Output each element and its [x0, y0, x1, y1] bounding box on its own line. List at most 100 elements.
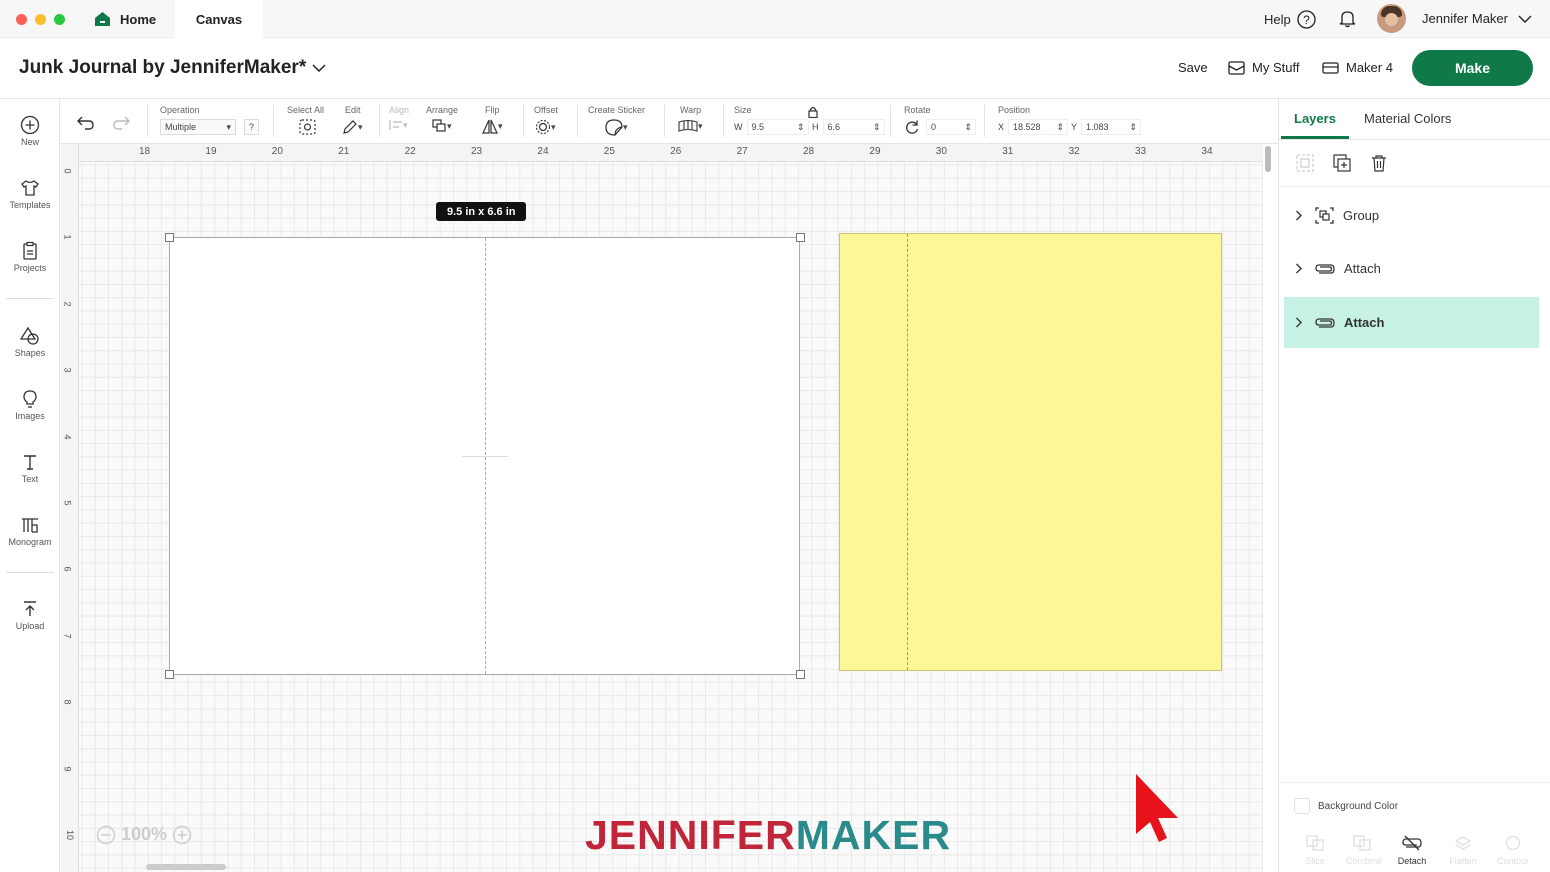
clipboard-icon — [23, 241, 37, 260]
ruler-tick-label: 5 — [62, 500, 73, 506]
detach-button[interactable]: Detach — [1392, 835, 1432, 866]
maximize-window-button[interactable] — [54, 14, 65, 25]
ruler-tick-label: 18 — [139, 146, 151, 157]
sidebar-item-templates[interactable]: Templates — [0, 178, 60, 210]
position-x-value: 18.528 — [1013, 122, 1041, 132]
create-sticker-button[interactable]: ▾ — [605, 119, 628, 136]
background-color-option[interactable]: Background Color — [1294, 798, 1398, 814]
duplicate-icon[interactable] — [1333, 154, 1351, 172]
stepper-icon[interactable]: ⇕ — [1129, 122, 1137, 133]
flatten-label: Flatten — [1449, 856, 1477, 866]
yellow-card-shape[interactable] — [839, 233, 1222, 671]
sidebar-item-label: Shapes — [14, 348, 46, 358]
height-label: H — [812, 122, 819, 132]
height-value: 6.6 — [827, 122, 841, 132]
operation-help-button[interactable]: ? — [244, 119, 259, 135]
save-button[interactable]: Save — [1178, 60, 1208, 75]
align-button[interactable]: ▾ — [389, 119, 408, 131]
project-title-menu[interactable]: Junk Journal by JenniferMaker* — [19, 57, 326, 79]
make-button[interactable]: Make — [1412, 50, 1533, 86]
help-button[interactable]: Help ? — [1264, 10, 1316, 29]
contour-button[interactable]: Contour — [1491, 835, 1535, 866]
layer-item-attach[interactable]: Attach — [1284, 243, 1539, 294]
text-icon — [24, 455, 36, 470]
tab-layers[interactable]: Layers — [1294, 111, 1336, 126]
group-icon — [1315, 207, 1334, 224]
tab-home[interactable]: Home — [94, 0, 156, 38]
position-y-field[interactable]: Y 1.083 ⇕ — [1071, 119, 1142, 135]
redo-icon[interactable] — [112, 114, 130, 130]
trash-icon[interactable] — [1370, 154, 1388, 172]
resize-handle[interactable] — [165, 670, 174, 679]
dropdown-arrow-icon: ▾ — [226, 121, 231, 132]
resize-handle[interactable] — [796, 670, 805, 679]
edit-button[interactable]: ▾ — [342, 119, 363, 135]
chevron-right-icon[interactable] — [1295, 263, 1303, 274]
slice-button[interactable]: Slice — [1295, 835, 1335, 866]
arrange-icon — [432, 119, 446, 132]
user-menu[interactable]: Jennifer Maker — [1422, 11, 1532, 26]
operation-select[interactable]: Multiple ▾ — [160, 119, 236, 135]
lock-icon[interactable] — [808, 106, 818, 118]
stepper-icon[interactable]: ⇕ — [1056, 122, 1064, 133]
warp-button[interactable]: ▾ — [678, 119, 703, 133]
vertical-scrollbar[interactable] — [1265, 146, 1271, 172]
background-color-swatch[interactable] — [1294, 798, 1310, 814]
toolbar-divider — [523, 105, 524, 137]
sidebar-item-monogram[interactable]: Monogram — [0, 515, 60, 547]
sidebar-item-upload[interactable]: Upload — [0, 599, 60, 631]
stepper-icon[interactable]: ⇕ — [964, 122, 972, 133]
combine-button[interactable]: Combine — [1339, 835, 1389, 866]
select-all-icon[interactable] — [299, 119, 316, 135]
sidebar-item-text[interactable]: Text — [0, 452, 60, 484]
flip-button[interactable]: ▾ — [482, 119, 503, 134]
title-bar: Home Canvas Help ? Jennifer Maker — [0, 0, 1550, 38]
rotate-field[interactable]: 0 ⇕ — [904, 119, 976, 135]
position-x-field[interactable]: X 18.528 ⇕ — [998, 119, 1069, 135]
tab-material-colors[interactable]: Material Colors — [1364, 111, 1451, 126]
width-field[interactable]: W 9.5 ⇕ — [734, 119, 809, 135]
flatten-button[interactable]: Flatten — [1443, 835, 1483, 866]
stepper-icon[interactable]: ⇕ — [797, 122, 805, 133]
stepper-icon[interactable]: ⇕ — [873, 122, 881, 133]
ruler-tick-label: 30 — [935, 146, 947, 157]
chevron-right-icon[interactable] — [1295, 210, 1303, 221]
left-sidebar: New Templates Projects Shapes Images Tex… — [0, 99, 60, 872]
group-action-icon[interactable] — [1296, 154, 1314, 172]
shirt-icon — [21, 180, 39, 196]
resize-handle[interactable] — [796, 233, 805, 242]
layer-item-group[interactable]: Group — [1284, 190, 1539, 241]
sidebar-item-images[interactable]: Images — [0, 389, 60, 421]
my-stuff-button[interactable]: My Stuff — [1228, 60, 1299, 75]
machine-button[interactable]: Maker 4 — [1322, 60, 1393, 75]
sidebar-item-new[interactable]: New — [0, 115, 60, 147]
zoom-out-icon[interactable] — [96, 825, 116, 845]
dropdown-arrow-icon: ▾ — [498, 121, 503, 131]
resize-handle[interactable] — [165, 233, 174, 242]
detach-label: Detach — [1397, 856, 1427, 866]
avatar[interactable] — [1377, 4, 1406, 33]
undo-icon[interactable] — [77, 114, 95, 130]
tab-canvas[interactable]: Canvas — [175, 0, 263, 38]
zoom-in-icon[interactable] — [172, 825, 192, 845]
sidebar-item-label: Projects — [13, 263, 47, 273]
height-field[interactable]: H 6.6 ⇕ — [812, 119, 885, 135]
close-window-button[interactable] — [16, 14, 27, 25]
align-icon — [389, 120, 402, 130]
inbox-icon — [1228, 60, 1245, 75]
position-label: Position — [998, 105, 1031, 115]
toolbar-divider — [273, 105, 274, 137]
ruler-tick-label: 21 — [338, 146, 350, 157]
horizontal-scrollbar[interactable] — [146, 864, 226, 870]
layer-item-attach-selected[interactable]: Attach — [1284, 297, 1539, 348]
chevron-right-icon[interactable] — [1295, 317, 1303, 328]
contour-label: Contour — [1496, 856, 1530, 866]
arrange-button[interactable]: ▾ — [432, 119, 452, 133]
sidebar-item-shapes[interactable]: Shapes — [0, 326, 60, 358]
minimize-window-button[interactable] — [35, 14, 46, 25]
bell-icon[interactable] — [1338, 9, 1357, 28]
layers-panel: Layers Material Colors Group Attach Atta… — [1278, 99, 1550, 872]
white-card-shape[interactable] — [169, 237, 800, 675]
sidebar-item-projects[interactable]: Projects — [0, 241, 60, 273]
offset-button[interactable]: ▾ — [535, 119, 556, 135]
